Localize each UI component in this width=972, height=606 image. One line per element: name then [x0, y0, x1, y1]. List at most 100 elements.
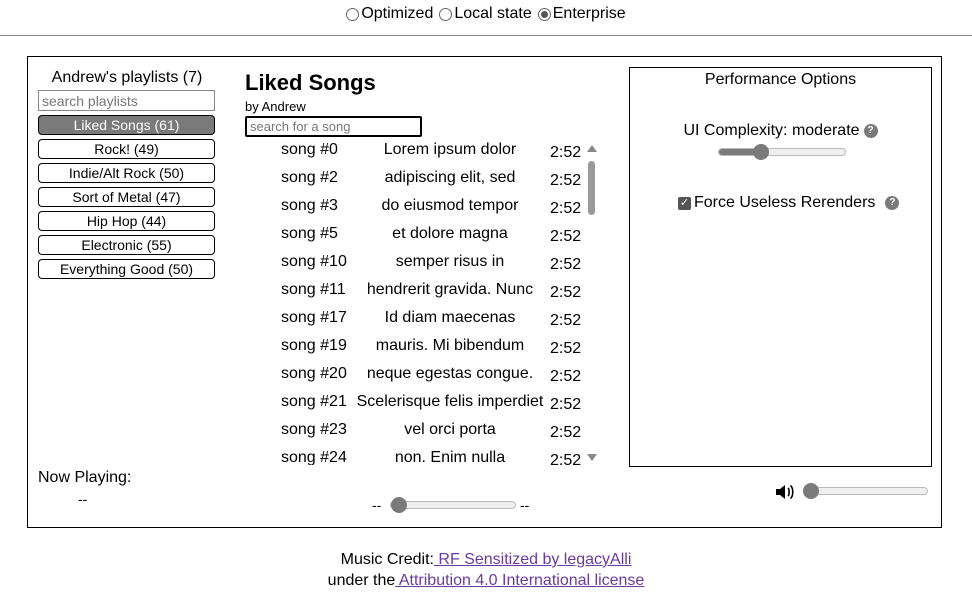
song-row[interactable]: song #5 et dolore magna 2:52: [245, 223, 601, 251]
song-row[interactable]: song #0 Lorem ipsum dolor 2:52: [245, 139, 601, 167]
music-app: Andrew's playlists (7) Liked Songs (61) …: [27, 56, 942, 528]
song-name: do eiusmod tempor: [381, 197, 519, 214]
song-number: song #17: [281, 309, 347, 326]
song-name: et dolore magna: [392, 225, 508, 242]
license-link[interactable]: Attribution 4.0 International license: [395, 572, 644, 589]
help-icon[interactable]: ?: [863, 123, 878, 138]
mode-local-state[interactable]: Local state: [439, 5, 532, 23]
song-number: song #23: [281, 421, 347, 438]
song-name: adipiscing elit, sed: [384, 169, 516, 186]
song-row[interactable]: song #11 hendrerit gravida. Nunc 2:52: [245, 279, 601, 307]
song-duration: 2:52: [550, 340, 582, 357]
playlist-button-everything-good[interactable]: Everything Good (50): [38, 259, 215, 279]
performance-options-panel: Performance Options UI Complexity: moder…: [629, 67, 932, 467]
song-name: Id diam maecenas: [384, 309, 516, 326]
playlist-button-sort-of-metal[interactable]: Sort of Metal (47): [38, 187, 215, 207]
song-row[interactable]: song #20 neque egestas congue. 2:52: [245, 363, 601, 391]
help-icon[interactable]: ?: [885, 196, 900, 210]
mode-selector: Optimized Local state Enterprise: [0, 0, 972, 36]
credit-link[interactable]: RF Sensitized by legacyAlli: [434, 551, 631, 568]
playlist-button-indie-alt-rock[interactable]: Indie/Alt Rock (50): [38, 163, 215, 183]
radio-optimized[interactable]: [346, 7, 360, 21]
song-number: song #5: [281, 225, 338, 242]
song-number: song #21: [281, 393, 347, 410]
mode-enterprise[interactable]: Enterprise: [537, 5, 626, 23]
playlist-button-hip-hop[interactable]: Hip Hop (44): [38, 211, 215, 231]
force-rerenders-checkbox[interactable]: ✓: [678, 196, 691, 210]
speaker-volume-icon[interactable]: [775, 483, 795, 506]
footer: Music Credit: RF Sensitized by legacyAll…: [0, 549, 972, 591]
playlist-search-input[interactable]: [38, 90, 215, 111]
volume-thumb[interactable]: [802, 483, 819, 499]
music-credit-line: Music Credit: RF Sensitized by legacyAll…: [0, 549, 972, 570]
song-number: song #0: [281, 141, 338, 158]
song-row[interactable]: song #21 Scelerisque felis imperdiet 2:5…: [245, 391, 601, 419]
force-rerenders-control: ✓ Force Useless Rerenders ?: [678, 194, 900, 212]
now-playing-label: Now Playing:: [38, 469, 132, 486]
song-search-input[interactable]: [245, 116, 422, 137]
song-row[interactable]: song #10 semper risus in 2:52: [245, 251, 601, 279]
progress-thumb[interactable]: [391, 497, 407, 513]
song-duration: 2:52: [550, 284, 582, 301]
license-prefix: under the: [327, 572, 396, 589]
scrollbar-thumb[interactable]: [588, 161, 595, 215]
song-name: non. Enim nulla: [394, 449, 506, 465]
song-name: Lorem ipsum dolor: [383, 141, 517, 158]
radio-local-state[interactable]: [439, 7, 453, 21]
playlist-button-electronic[interactable]: Electronic (55): [38, 235, 215, 255]
song-name: neque egestas congue.: [366, 365, 534, 382]
progress-slider[interactable]: [390, 497, 516, 513]
song-duration: 2:52: [550, 172, 582, 189]
song-duration: 2:52: [550, 312, 582, 329]
elapsed-time: --: [372, 497, 382, 513]
performance-options-title: Performance Options: [704, 71, 857, 88]
song-name: vel orci porta: [404, 421, 496, 438]
ui-complexity-thumb[interactable]: [752, 144, 769, 160]
song-duration: 2:52: [550, 256, 582, 273]
song-number: song #2: [281, 169, 338, 186]
playlist-title: Liked Songs: [245, 70, 376, 95]
song-row[interactable]: song #2 adipiscing elit, sed 2:52: [245, 167, 601, 195]
remaining-time: --: [520, 497, 530, 513]
mode-label: Enterprise: [552, 5, 626, 22]
playlist-button-liked-songs[interactable]: Liked Songs (61): [38, 115, 215, 135]
song-list-scrollbar[interactable]: [586, 141, 598, 465]
song-duration: 2:52: [550, 200, 582, 217]
force-rerenders-label: Force Useless Rerenders: [694, 194, 876, 211]
song-row[interactable]: song #3 do eiusmod tempor 2:52: [245, 195, 601, 223]
now-playing-value: --: [78, 491, 88, 507]
song-row[interactable]: song #17 Id diam maecenas 2:52: [245, 307, 601, 335]
song-number: song #20: [281, 365, 347, 382]
song-list[interactable]: song #0 Lorem ipsum dolor 2:52 song #2 a…: [245, 139, 601, 465]
song-name: semper risus in: [395, 253, 505, 270]
song-number: song #24: [281, 449, 347, 465]
song-row[interactable]: song #24 non. Enim nulla 2:52: [245, 447, 601, 465]
playlist-button-rock[interactable]: Rock! (49): [38, 139, 215, 159]
mode-label: Local state: [454, 5, 532, 22]
playlist-header: Liked Songs by Andrew: [245, 69, 376, 114]
ui-complexity-label: UI Complexity: moderate: [683, 122, 860, 139]
song-duration: 2:52: [550, 228, 582, 245]
ui-complexity-control: UI Complexity: moderate?: [630, 122, 931, 140]
playlist-list: Liked Songs (61) Rock! (49) Indie/Alt Ro…: [38, 115, 216, 279]
scroll-down-arrow-icon[interactable]: [587, 454, 597, 461]
song-row[interactable]: song #23 vel orci porta 2:52: [245, 419, 601, 447]
song-number: song #19: [281, 337, 347, 354]
credit-prefix: Music Credit:: [340, 551, 434, 568]
ui-complexity-slider[interactable]: [718, 144, 846, 160]
radio-enterprise[interactable]: [537, 7, 551, 21]
song-duration: 2:52: [550, 452, 582, 465]
playlist-owner: by Andrew: [245, 99, 306, 114]
mode-label: Optimized: [361, 5, 434, 22]
song-name: Scelerisque felis imperdiet: [356, 393, 544, 410]
song-name: hendrerit gravida. Nunc: [366, 281, 534, 298]
scroll-up-arrow-icon[interactable]: [587, 145, 597, 152]
song-number: song #10: [281, 253, 347, 270]
song-duration: 2:52: [550, 396, 582, 413]
volume-slider[interactable]: [802, 483, 928, 499]
playlists-title: Andrew's playlists (7): [51, 69, 203, 86]
song-duration: 2:52: [550, 424, 582, 441]
song-row[interactable]: song #19 mauris. Mi bibendum 2:52: [245, 335, 601, 363]
song-duration: 2:52: [550, 368, 582, 385]
mode-optimized[interactable]: Optimized: [346, 5, 433, 23]
